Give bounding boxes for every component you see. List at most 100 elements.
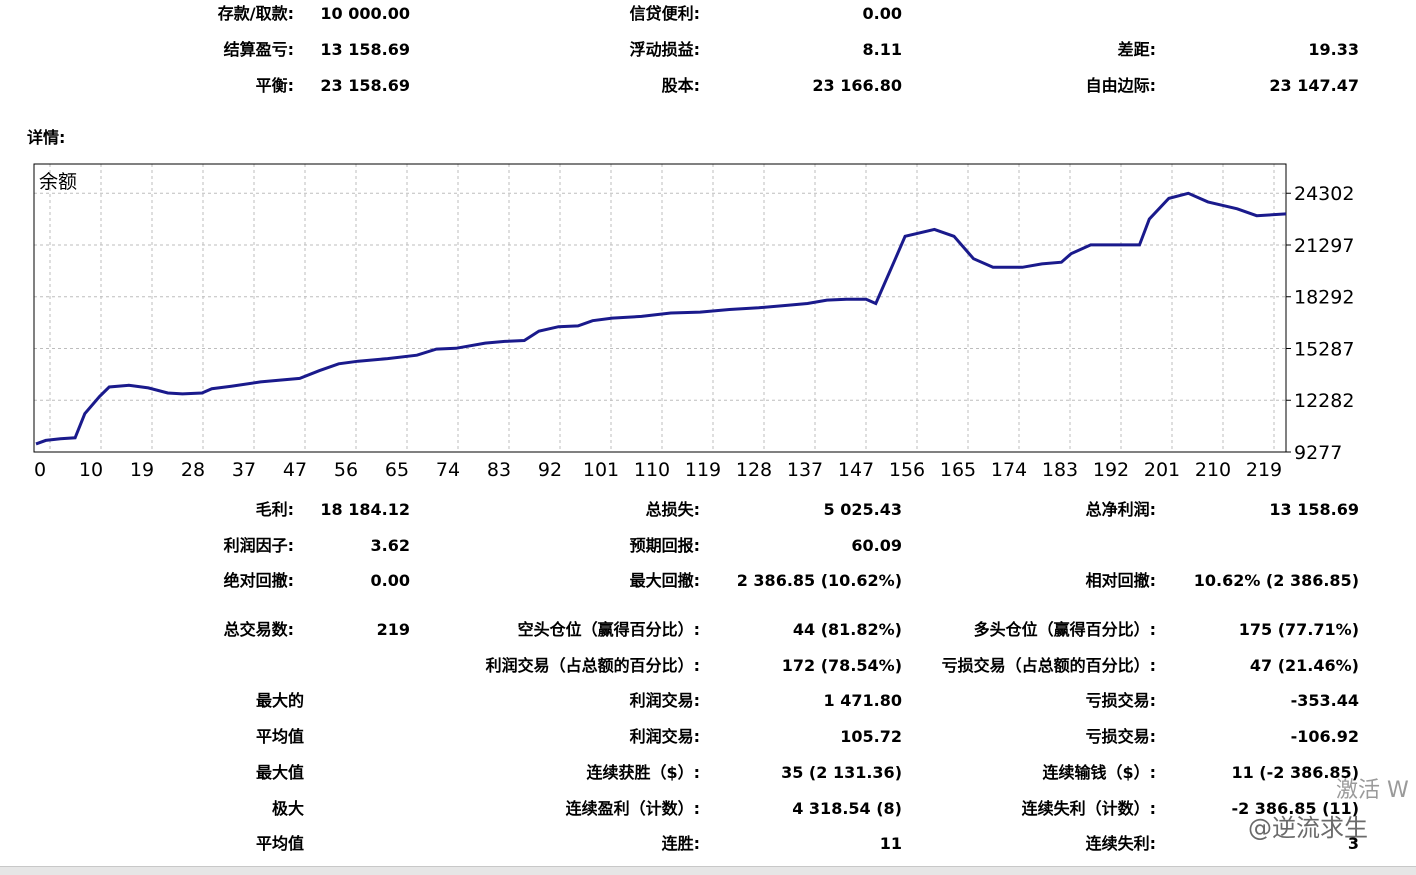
profit-factor-label: 利润因子: bbox=[223, 536, 294, 555]
max-drawdown-label: 最大回撤: bbox=[629, 571, 700, 590]
y-tick-label: 18292 bbox=[1294, 287, 1354, 309]
net-profit-value: 13 158.69 bbox=[1269, 500, 1359, 519]
x-tick-label: 65 bbox=[385, 459, 409, 481]
chart-frame bbox=[33, 163, 1287, 453]
equity-label: 股本: bbox=[661, 76, 700, 95]
floating-pl-label: 浮动损益: bbox=[629, 40, 700, 59]
maximum-label: 最大值 bbox=[255, 763, 304, 782]
win-streak-value: 11 bbox=[879, 834, 902, 853]
average-loss-trade-value: -106.92 bbox=[1290, 727, 1359, 746]
consecutive-profit-count-label: 连续盈利（计数）: bbox=[565, 799, 700, 818]
consecutive-loss-count-label: 连续失利（计数）: bbox=[1021, 799, 1156, 818]
profit-factor-value: 3.62 bbox=[370, 536, 410, 555]
margin-label: 差距: bbox=[1117, 40, 1156, 59]
relative-drawdown-label: 相对回撤: bbox=[1085, 571, 1156, 590]
y-tick-label: 12282 bbox=[1294, 390, 1354, 412]
expected-payoff-label: 预期回报: bbox=[629, 536, 700, 555]
win-streak-label: 连胜: bbox=[661, 834, 700, 853]
x-tick-label: 156 bbox=[889, 459, 925, 481]
x-axis: 0 10 19 28 37 47 56 65 74 83 92 101 110 119 128 137 147 1… bbox=[34, 459, 1282, 481]
balance-chart: 余额 24302212971829215287122829277 0 10 19 28… bbox=[33, 163, 1354, 481]
loss-streak-label: 连续失利: bbox=[1085, 834, 1156, 853]
max-drawdown-value: 2 386.85 (10.62%) bbox=[736, 571, 902, 590]
loss-trades-value: 47 (21.46%) bbox=[1249, 656, 1359, 675]
x-tick-label: 28 bbox=[181, 459, 205, 481]
x-tick-label: 119 bbox=[685, 459, 721, 481]
total-trades-value: 219 bbox=[376, 620, 410, 639]
x-tick-label: 83 bbox=[487, 459, 511, 481]
x-tick-label: 174 bbox=[991, 459, 1027, 481]
balance-label: 平衡: bbox=[255, 76, 294, 95]
y-tick-label: 15287 bbox=[1294, 338, 1354, 360]
closed-pl-value: 13 158.69 bbox=[320, 40, 410, 59]
largest-label: 最大的 bbox=[255, 691, 304, 710]
gross-loss-value: 5 025.43 bbox=[823, 500, 902, 519]
short-positions-value: 44 (81.82%) bbox=[792, 620, 902, 639]
x-tick-label: 19 bbox=[130, 459, 154, 481]
x-tick-label: 37 bbox=[232, 459, 256, 481]
average-profit-trade-label: 利润交易: bbox=[629, 727, 700, 746]
activate-windows-watermark: 激活 W bbox=[1336, 778, 1409, 803]
x-tick-label: 10 bbox=[79, 459, 103, 481]
consecutive-wins-label: 连续获胜（$）: bbox=[586, 763, 700, 782]
credit-label: 信贷便利: bbox=[629, 4, 700, 23]
y-axis: 24302 21297 18292 15287 12282 9277 bbox=[1286, 183, 1354, 464]
consecutive-losses-label: 连续输钱（$）: bbox=[1042, 763, 1156, 782]
absolute-drawdown-label: 绝对回撤: bbox=[223, 571, 294, 590]
average-profit-trade-value: 105.72 bbox=[840, 727, 902, 746]
x-tick-label: 201 bbox=[1144, 459, 1180, 481]
x-tick-label: 110 bbox=[634, 459, 670, 481]
consecutive-wins-value: 35 (2 131.36) bbox=[781, 763, 902, 782]
x-tick-label: 219 bbox=[1246, 459, 1282, 481]
author-watermark: @逆流求生 bbox=[1248, 814, 1368, 842]
x-tick-label: 101 bbox=[583, 459, 619, 481]
average-label: 平均值 bbox=[255, 727, 304, 746]
gross-loss-label: 总损失: bbox=[645, 500, 700, 519]
x-tick-label: 128 bbox=[736, 459, 772, 481]
largest-profit-trade-label: 利润交易: bbox=[629, 691, 700, 710]
x-tick-label: 183 bbox=[1042, 459, 1078, 481]
largest-loss-trade-value: -353.44 bbox=[1290, 691, 1359, 710]
closed-pl-label: 结算盈亏: bbox=[223, 40, 294, 59]
gross-profit-label: 毛利: bbox=[255, 500, 294, 519]
profit-trades-label: 利润交易（占总额的百分比）: bbox=[485, 656, 700, 675]
x-tick-label: 74 bbox=[436, 459, 460, 481]
loss-trades-label: 亏损交易（占总额的百分比）: bbox=[941, 656, 1156, 675]
maximal-label: 极大 bbox=[271, 799, 304, 818]
deposit-label: 存款/取款: bbox=[217, 4, 294, 23]
largest-loss-trade-label: 亏损交易: bbox=[1085, 691, 1156, 710]
x-tick-label: 0 bbox=[34, 459, 46, 481]
x-tick-label: 56 bbox=[334, 459, 358, 481]
average-label-2: 平均值 bbox=[255, 834, 304, 853]
deposit-value: 10 000.00 bbox=[320, 4, 410, 23]
short-positions-label: 空头仓位（赢得百分比）: bbox=[517, 620, 700, 639]
long-positions-value: 175 (77.71%) bbox=[1238, 620, 1359, 639]
equity-value: 23 166.80 bbox=[812, 76, 902, 95]
expected-payoff-value: 60.09 bbox=[851, 536, 902, 555]
x-tick-label: 210 bbox=[1195, 459, 1231, 481]
y-tick-label: 24302 bbox=[1294, 183, 1354, 205]
relative-drawdown-value: 10.62% (2 386.85) bbox=[1193, 571, 1359, 590]
average-loss-trade-label: 亏损交易: bbox=[1085, 727, 1156, 746]
credit-value: 0.00 bbox=[862, 4, 902, 23]
margin-value: 19.33 bbox=[1308, 40, 1359, 59]
free-margin-value: 23 147.47 bbox=[1269, 76, 1359, 95]
x-tick-label: 47 bbox=[283, 459, 307, 481]
free-margin-label: 自由边际: bbox=[1085, 76, 1156, 95]
floating-pl-value: 8.11 bbox=[862, 40, 902, 59]
gross-profit-value: 18 184.12 bbox=[320, 500, 410, 519]
x-tick-label: 147 bbox=[838, 459, 874, 481]
balance-value: 23 158.69 bbox=[320, 76, 410, 95]
chart-title: 余额 bbox=[39, 171, 77, 193]
x-tick-label: 92 bbox=[538, 459, 562, 481]
total-trades-label: 总交易数: bbox=[223, 620, 294, 639]
largest-profit-trade-value: 1 471.80 bbox=[823, 691, 902, 710]
y-tick-label: 21297 bbox=[1294, 235, 1354, 257]
chart-grid bbox=[34, 164, 1286, 452]
y-tick-label: 9277 bbox=[1294, 442, 1342, 464]
balance-series-line bbox=[35, 191, 1287, 446]
x-tick-label: 165 bbox=[940, 459, 976, 481]
details-heading: 详情: bbox=[27, 128, 66, 147]
x-tick-label: 137 bbox=[787, 459, 823, 481]
x-tick-label: 192 bbox=[1093, 459, 1129, 481]
